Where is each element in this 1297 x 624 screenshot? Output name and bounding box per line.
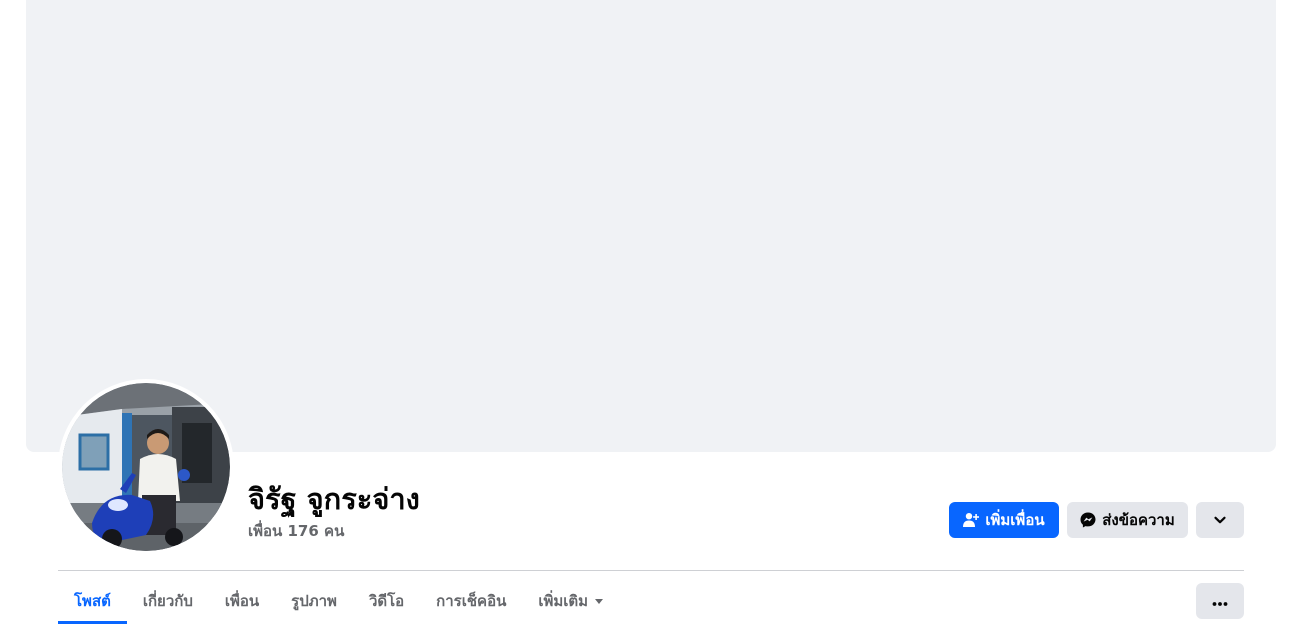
send-message-button[interactable]: ส่งข้อความ: [1067, 502, 1188, 538]
cover-photo[interactable]: [26, 0, 1276, 452]
add-friend-button[interactable]: เพิ่มเพื่อน: [949, 502, 1059, 538]
tab-label: เพิ่มเติม: [538, 592, 589, 610]
tabs-divider: [58, 570, 1244, 571]
profile-picture[interactable]: [58, 379, 234, 555]
chevron-down-icon: [1213, 513, 1227, 527]
ellipsis-icon: [1212, 592, 1228, 611]
tab-more[interactable]: เพิ่มเติม: [522, 582, 620, 620]
tab-checkins[interactable]: การเช็คอิน: [420, 582, 522, 620]
friends-count[interactable]: เพื่อน 176 คน: [248, 519, 344, 543]
tab-photos[interactable]: รูปภาพ: [275, 582, 353, 620]
tab-posts[interactable]: โพสต์: [58, 582, 127, 624]
tab-friends[interactable]: เพื่อน: [209, 582, 275, 620]
tab-about[interactable]: เกี่ยวกับ: [127, 582, 209, 620]
caret-down-icon: [594, 592, 604, 610]
tab-label: การเช็คอิน: [436, 592, 507, 610]
tab-label: เพื่อน: [224, 592, 260, 610]
expand-button[interactable]: [1196, 502, 1244, 538]
send-message-label: ส่งข้อความ: [1102, 511, 1175, 529]
tab-videos[interactable]: วิดีโอ: [353, 582, 420, 620]
person-plus-icon: [963, 512, 980, 528]
add-friend-label: เพิ่มเพื่อน: [985, 511, 1045, 529]
profile-name: จิรัฐ จูกระจ่าง: [248, 482, 420, 516]
avatar: [62, 383, 230, 551]
tab-label: รูปภาพ: [291, 592, 337, 610]
profile-options-button[interactable]: [1196, 583, 1244, 619]
messenger-icon: [1080, 512, 1096, 528]
profile-tabs: โพสต์ เกี่ยวกับ เพื่อน รูปภาพ วิดีโอ การ…: [58, 582, 620, 624]
tab-label: เกี่ยวกับ: [142, 592, 193, 610]
tab-label: โพสต์: [74, 592, 111, 610]
tab-label: วิดีโอ: [368, 592, 405, 610]
